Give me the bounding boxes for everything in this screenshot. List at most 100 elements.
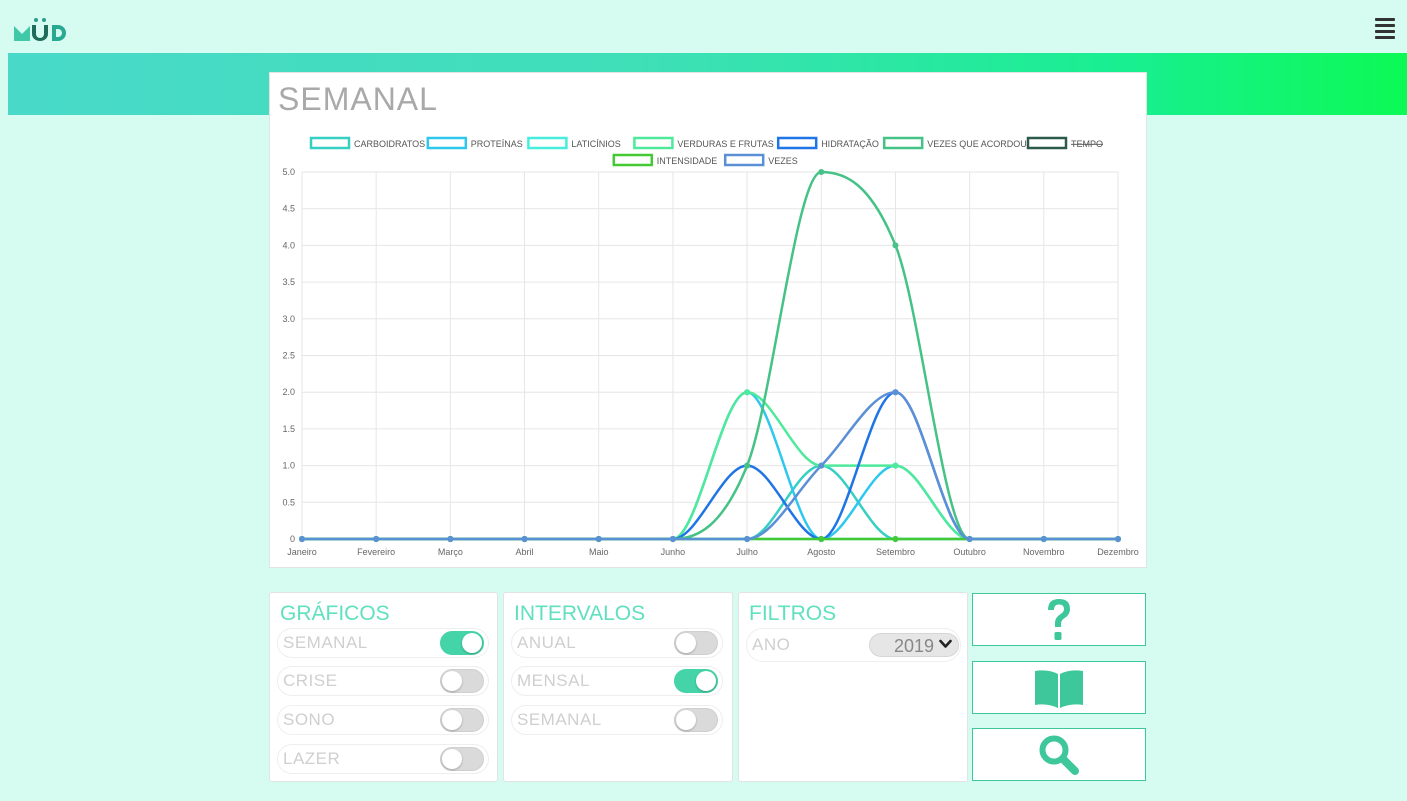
- chart-title: SEMANAL: [278, 81, 438, 117]
- x-tick-label: Outubro: [953, 547, 986, 557]
- y-tick-label: 3.5: [282, 277, 295, 287]
- legend-swatch: [633, 136, 674, 150]
- toggle-knob: [696, 671, 716, 691]
- toggle-knob: [676, 710, 696, 730]
- year-select-value: 2019: [894, 636, 935, 656]
- legend-swatch: [882, 136, 924, 150]
- option-label: LAZER: [283, 749, 341, 768]
- intervalos-panel: INTERVALOS ANUAL MENSAL SEMANAL: [503, 592, 733, 782]
- legend-swatch: [1026, 136, 1068, 150]
- y-tick-label: 2.0: [282, 387, 295, 397]
- toggle-knob: [442, 749, 462, 769]
- option-label: ANUAL: [517, 633, 577, 652]
- option-label: MENSAL: [517, 671, 590, 690]
- legend-swatch: [776, 136, 818, 150]
- semanal-toggle[interactable]: [440, 631, 484, 655]
- chart-card: 0 0.5 1.0 1.5 2.0 2.5 3.0 3.5 4.0 4.5 5.0 Janeiro Fe…: [269, 72, 1147, 568]
- x-tick-label: Novembro: [1023, 547, 1065, 557]
- option-semanal: SEMANAL: [277, 628, 489, 658]
- y-tick-label: 4.0: [282, 240, 295, 250]
- x-tick-label: Junho: [661, 547, 686, 557]
- sono-toggle[interactable]: [440, 708, 484, 732]
- legend-label: VEZES: [768, 156, 798, 166]
- toggle-knob: [676, 633, 696, 653]
- data-point: [447, 536, 454, 542]
- legend-swatch: [723, 153, 765, 167]
- legend-label: LATICÍNIOS: [571, 139, 620, 149]
- data-point: [892, 242, 899, 249]
- search-button[interactable]: [972, 728, 1146, 781]
- x-tick-label: Dezembro: [1097, 547, 1139, 557]
- data-point: [1115, 536, 1121, 542]
- data-point: [818, 462, 825, 469]
- legend-swatch: [426, 136, 468, 150]
- toggle-knob: [462, 633, 482, 653]
- y-tick-label: 5.0: [282, 167, 295, 177]
- y-tick-label: 1.5: [282, 424, 295, 434]
- hamburger-menu-icon[interactable]: [1375, 18, 1395, 39]
- toggle-knob: [442, 671, 462, 691]
- semanal-intervalo-toggle[interactable]: [674, 708, 718, 732]
- top-bar: [0, 0, 1407, 53]
- y-tick-label: 3.0: [282, 314, 295, 324]
- ano-label: ANO: [752, 635, 791, 654]
- graficos-title: GRÁFICOS: [280, 602, 390, 625]
- y-tick-label: 0: [290, 534, 295, 544]
- option-mensal: MENSAL: [511, 666, 723, 696]
- data-point: [373, 536, 380, 542]
- option-label: CRISE: [283, 671, 338, 690]
- option-label: SONO: [283, 710, 336, 729]
- chevron-down-icon: [939, 639, 952, 648]
- legend-swatch: [612, 153, 654, 167]
- x-tick-label: Setembro: [876, 547, 915, 557]
- option-anual: ANUAL: [511, 628, 723, 658]
- anual-toggle[interactable]: [674, 631, 718, 655]
- data-point: [818, 536, 825, 542]
- y-tick-label: 0.5: [282, 497, 295, 507]
- legend-label: INTENSIDADE: [657, 156, 718, 166]
- y-tick-label: 1.0: [282, 461, 295, 471]
- legend-label: HIDRATAÇÃO: [821, 139, 879, 149]
- mensal-toggle[interactable]: [674, 669, 718, 693]
- legend-label: VERDURAS E FRUTAS: [677, 139, 773, 149]
- data-point: [744, 462, 751, 469]
- open-book-icon: [1035, 669, 1083, 708]
- y-tick-label: 4.5: [282, 204, 295, 214]
- data-point: [669, 536, 676, 542]
- option-lazer: LAZER: [277, 744, 489, 774]
- x-tick-label: Agosto: [807, 547, 835, 557]
- option-label: SEMANAL: [283, 633, 368, 652]
- legend-label: VEZES QUE ACORDOU: [927, 139, 1027, 149]
- data-point: [595, 536, 602, 542]
- legend-swatch: [527, 136, 568, 150]
- lazer-toggle[interactable]: [440, 747, 484, 771]
- data-point: [892, 536, 899, 542]
- graficos-panel: GRÁFICOS SEMANAL CRISE SONO LAZER: [269, 592, 498, 782]
- legend-swatch: [309, 136, 351, 150]
- x-tick-label: Fevereiro: [357, 547, 395, 557]
- filtros-panel: FILTROS ANO 2019: [738, 592, 968, 782]
- data-point: [892, 389, 899, 396]
- x-tick-label: Julho: [736, 547, 758, 557]
- magnifier-icon: [1039, 735, 1079, 775]
- legend-label: PROTEÍNAS: [471, 139, 523, 149]
- intervalos-title: INTERVALOS: [514, 602, 646, 625]
- option-sono: SONO: [277, 705, 489, 735]
- data-point: [744, 536, 751, 542]
- legend-label: CARBOIDRATOS: [354, 139, 425, 149]
- toggle-knob: [442, 710, 462, 730]
- question-mark-icon: [1048, 598, 1070, 640]
- option-label: SEMANAL: [517, 710, 602, 729]
- data-point: [966, 536, 973, 542]
- option-crise: CRISE: [277, 666, 489, 696]
- crise-toggle[interactable]: [440, 669, 484, 693]
- help-button[interactable]: [972, 593, 1146, 646]
- y-tick-label: 2.5: [282, 351, 295, 361]
- x-tick-label: Janeiro: [287, 547, 317, 557]
- guide-button[interactable]: [972, 661, 1146, 714]
- mud-logo[interactable]: [14, 17, 74, 43]
- option-semanal-intervalo: SEMANAL: [511, 705, 723, 735]
- filtros-title: FILTROS: [749, 602, 837, 625]
- x-tick-label: Maio: [589, 547, 609, 557]
- year-select[interactable]: 2019: [869, 633, 959, 657]
